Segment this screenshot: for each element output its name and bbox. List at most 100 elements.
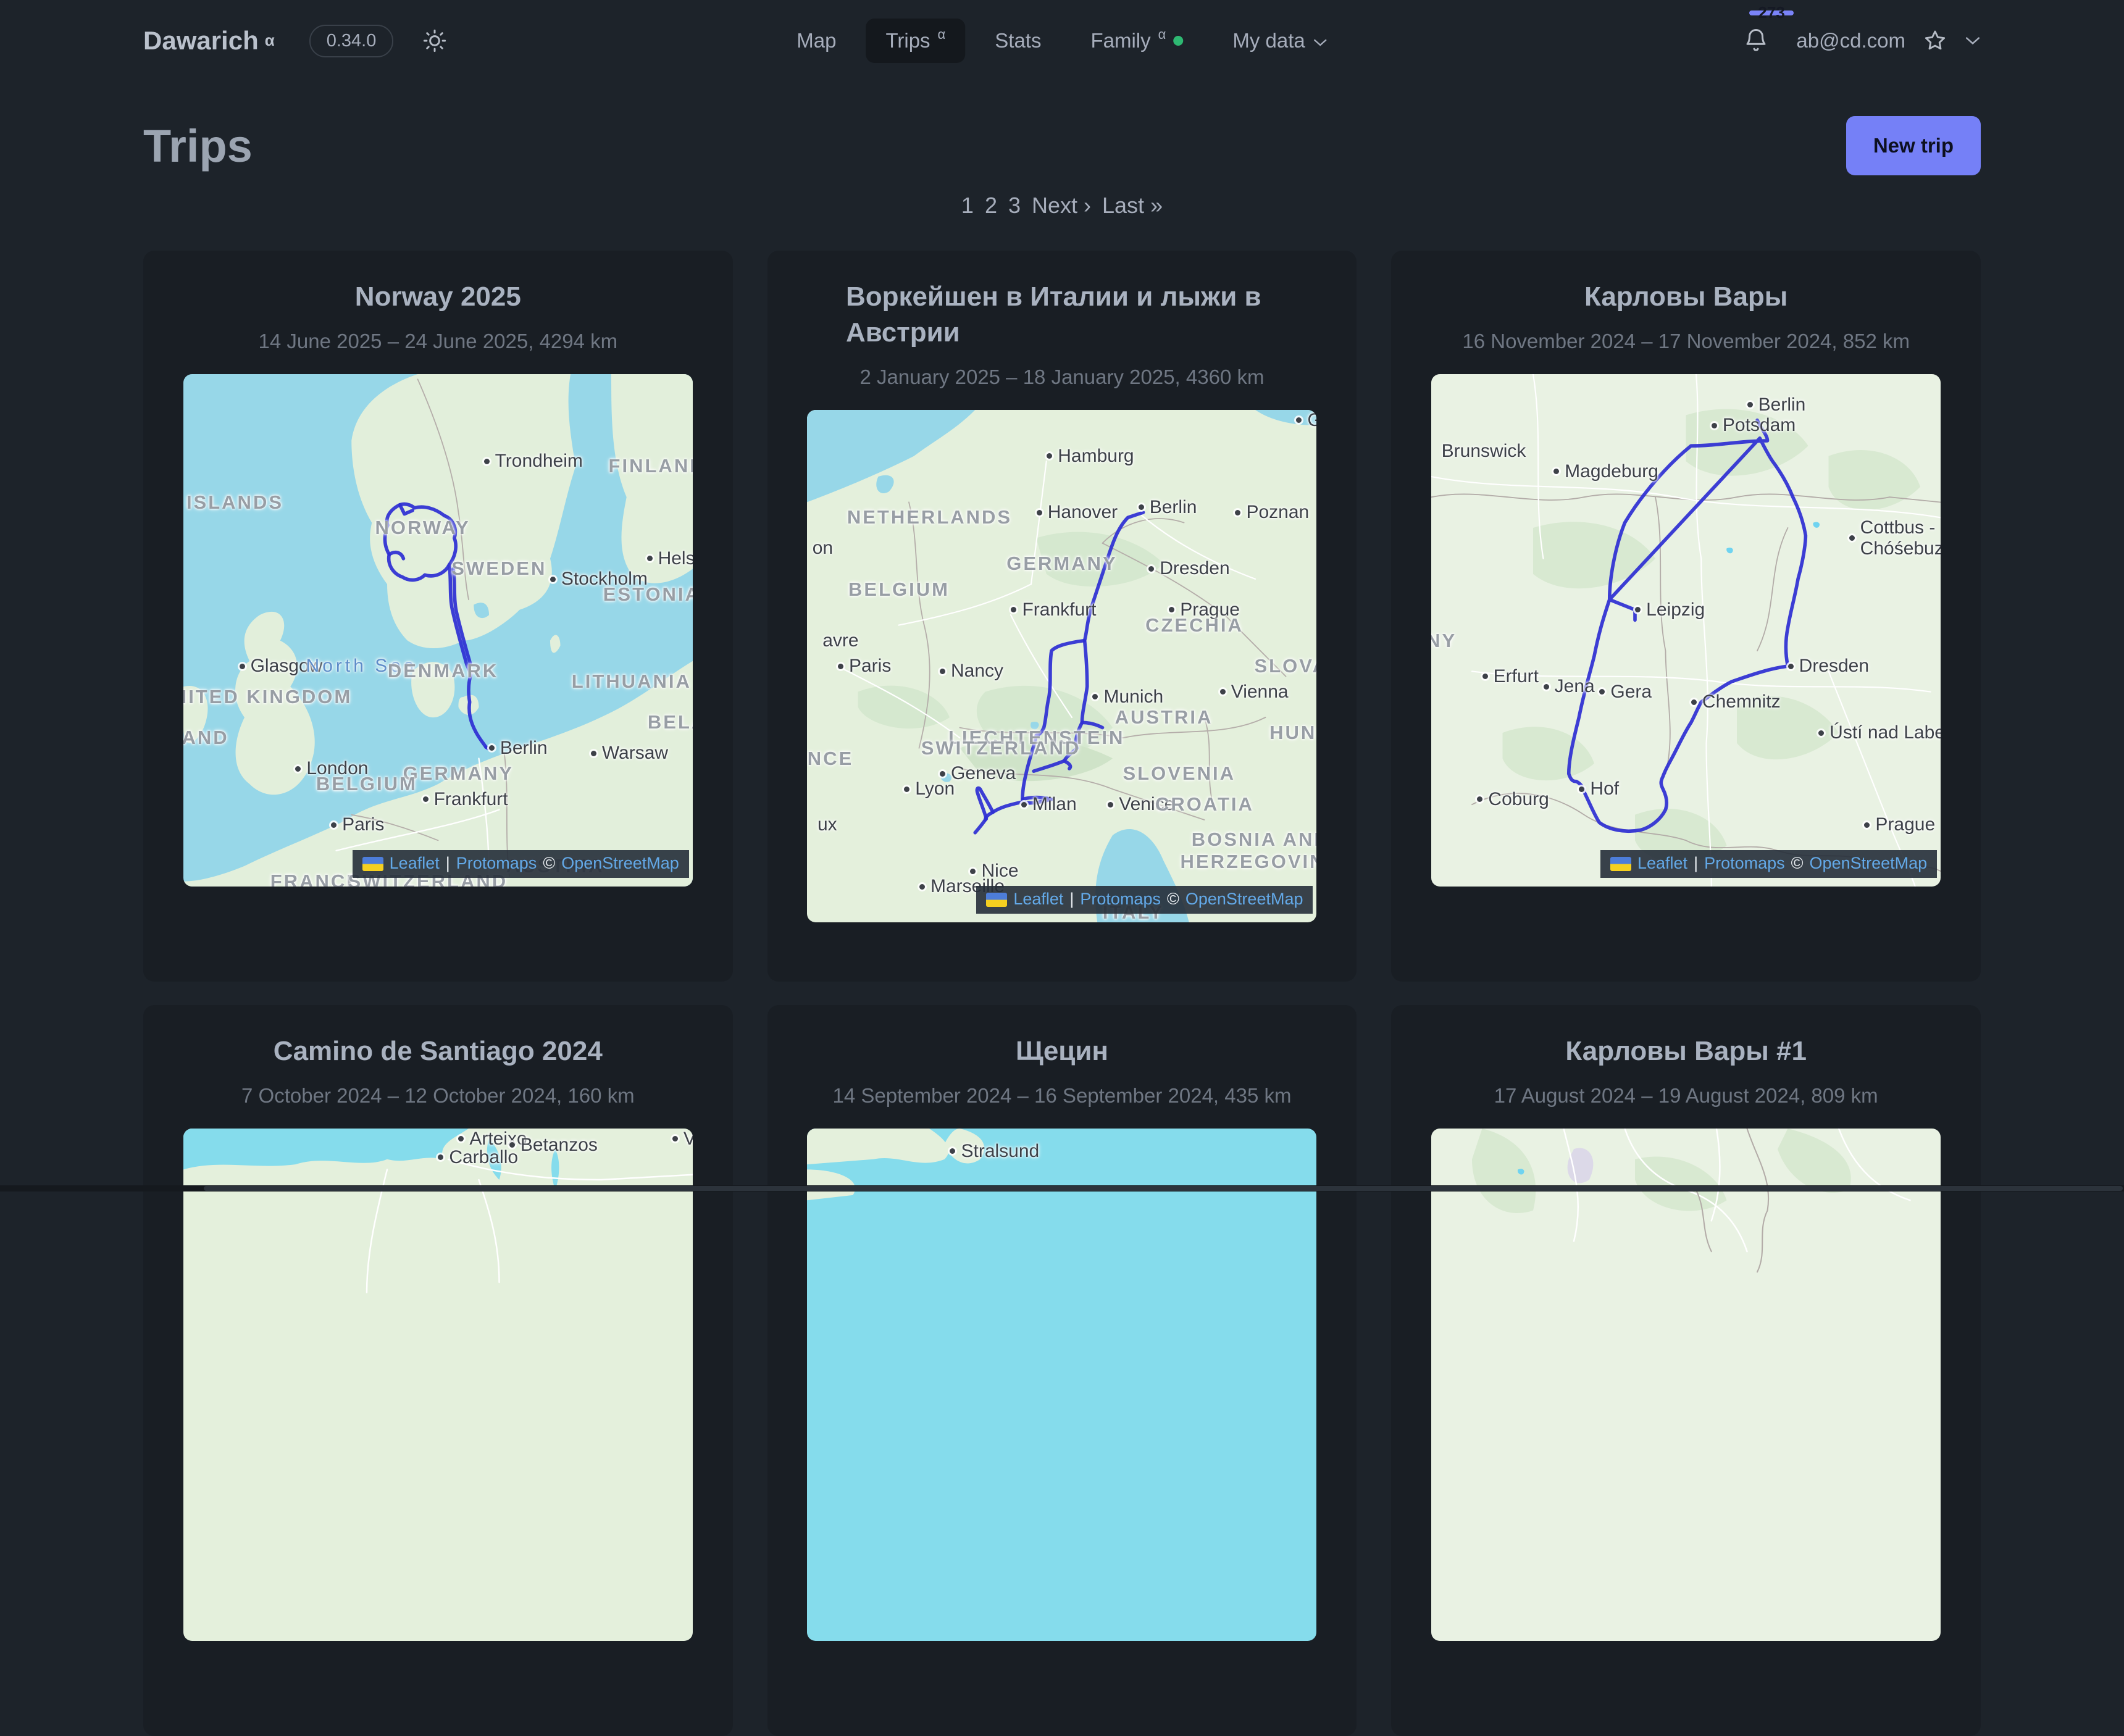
theme-toggle-button[interactable] (422, 28, 448, 54)
pagination-page-1[interactable]: 1 (961, 193, 974, 219)
trip-title: Norway 2025 (355, 279, 521, 315)
new-trip-button[interactable]: New trip (1846, 116, 1981, 175)
pagination-next[interactable]: Next › (1032, 193, 1091, 219)
city-dot (1092, 694, 1098, 699)
map-city-label: Coburg (1477, 789, 1549, 810)
trip-title: Карловы Вары (1584, 279, 1787, 315)
map-city-label: Trondheim (484, 451, 583, 472)
map-canvas (807, 1129, 1316, 1641)
trip-title: Карловы Вары #1 (1565, 1033, 1807, 1069)
nav-item-trips[interactable]: Trips α (866, 19, 965, 63)
map-region-label: DENMARK (388, 660, 498, 682)
trip-card[interactable]: Norway 202514 June 2025 – 24 June 2025, … (143, 251, 733, 982)
map-city-label: Paris (331, 814, 384, 835)
protomaps-link[interactable]: Protomaps (456, 854, 537, 873)
leaflet-link[interactable]: Leaflet (1637, 854, 1687, 873)
trip-map[interactable]: E ISLANDSTrondheimFINLANDNORWAYHelsinSWE… (183, 374, 693, 887)
city-dot (1849, 535, 1855, 541)
ukraine-flag-icon (362, 857, 383, 871)
city-dot (1599, 689, 1605, 695)
city-dot (484, 459, 490, 464)
city-dot (331, 822, 337, 828)
city-dot (1021, 802, 1027, 807)
nav-item-map[interactable]: Map (777, 19, 856, 63)
city-dot (458, 1136, 464, 1141)
trip-map[interactable]: BerlinPotsdamBrunswickMagdeburgCottbus -… (1431, 374, 1941, 887)
alpha-badge: α (265, 31, 275, 50)
map-region-label: E ISLANDS (183, 491, 283, 514)
user-email[interactable]: ab@cd.com (1796, 29, 1905, 52)
notifications-button[interactable]: 273 (1743, 27, 1769, 55)
nav-item-stats[interactable]: Stats (975, 19, 1061, 63)
city-dot (1148, 566, 1154, 572)
map-city-label: Prague (1864, 814, 1935, 835)
app-logo[interactable]: Dawarich α (143, 26, 275, 56)
trip-dates: 7 October 2024 – 12 October 2024, 160 km (180, 1084, 696, 1108)
map-region-label: SLOVA (1254, 655, 1316, 677)
map-region-label: LITHUANIA (572, 670, 692, 693)
trip-card[interactable]: Воркейшен в Италии и лыжи в Австрии2 Jan… (767, 251, 1357, 982)
city-dot (423, 796, 429, 802)
trip-card[interactable]: Camino de Santiago 20247 October 2024 – … (143, 1005, 733, 1736)
map-region-label: FINLAND (609, 455, 693, 477)
map-region-label: CROATIA (1155, 793, 1254, 816)
city-dot (1047, 453, 1052, 459)
city-dot (1139, 504, 1144, 510)
city-dot (240, 664, 245, 669)
map-region-label: GERMANY (403, 762, 514, 785)
city-dot (672, 1136, 678, 1141)
map-city-label: Hamburg (1047, 446, 1134, 467)
map-city-label: Dresden (1788, 656, 1869, 677)
leaflet-link[interactable]: Leaflet (1013, 890, 1063, 909)
city-dot (1011, 607, 1016, 612)
nav-item-my-data[interactable]: My data (1213, 19, 1347, 63)
map-city-label: ux (817, 814, 837, 835)
trip-map[interactable]: ArteixoBetanzosVilaCarballo (183, 1129, 693, 1641)
nav-item-family[interactable]: Family α (1071, 19, 1203, 63)
protomaps-link[interactable]: Protomaps (1704, 854, 1785, 873)
city-dot (1169, 607, 1174, 612)
pagination-page-2[interactable]: 2 (985, 193, 997, 219)
map-city-label: avre (822, 630, 858, 651)
leaflet-link[interactable]: Leaflet (390, 854, 440, 873)
osm-link[interactable]: OpenStreetMap (1185, 890, 1303, 909)
trip-card[interactable]: Карловы Вары16 November 2024 – 17 Novemb… (1391, 251, 1981, 982)
city-dot (940, 771, 945, 777)
city-dot (970, 869, 976, 874)
map-region-label: UNITED KINGDOM (183, 686, 352, 708)
map-attribution: Leaflet|Protomaps©OpenStreetMap (1600, 850, 1937, 878)
trip-title: Щецин (1016, 1033, 1108, 1069)
user-menu-button[interactable] (1965, 35, 1981, 46)
map-region-label: ESTONIA (603, 583, 693, 606)
city-dot (1037, 510, 1042, 515)
map-city-label: Jena (1544, 676, 1595, 697)
trip-card[interactable]: Щецин14 September 2024 – 16 September 20… (767, 1005, 1357, 1736)
trip-map[interactable] (1431, 1129, 1941, 1641)
page-title: Trips (143, 120, 253, 172)
horizontal-scrollbar[interactable] (0, 1185, 2124, 1191)
city-dot (1220, 689, 1226, 695)
city-dot (1635, 607, 1641, 612)
map-city-label: Berlin (489, 738, 548, 759)
osm-link[interactable]: OpenStreetMap (561, 854, 679, 873)
trip-card[interactable]: Карловы Вары #117 August 2024 – 19 Augus… (1391, 1005, 1981, 1736)
map-region-label: BELGIUM (848, 578, 950, 601)
map-region-label: AUSTRIA (1115, 706, 1213, 728)
pagination-page-3[interactable]: 3 (1008, 193, 1021, 219)
map-city-label: Leipzig (1635, 599, 1705, 620)
city-dot (940, 669, 945, 674)
trip-map[interactable]: Stralsund (807, 1129, 1316, 1641)
city-dot (838, 664, 843, 669)
protomaps-link[interactable]: Protomaps (1080, 890, 1161, 909)
trip-map[interactable]: GdHamburgBerlinPoznanHanoverNETHERLANDSo… (807, 410, 1316, 922)
map-region-label: CZECHIA (1145, 614, 1244, 636)
city-dot (1788, 664, 1794, 669)
scrollbar-thumb[interactable] (204, 1186, 2123, 1191)
map-city-label: Ústí nad Labem (1818, 722, 1941, 743)
favorite-button[interactable] (1923, 28, 1947, 53)
osm-link[interactable]: OpenStreetMap (1810, 854, 1928, 873)
map-city-label: Hof (1579, 778, 1619, 799)
pagination-last[interactable]: Last » (1102, 193, 1163, 219)
chevron-down-icon (1965, 39, 1981, 48)
ukraine-flag-icon (986, 893, 1007, 907)
